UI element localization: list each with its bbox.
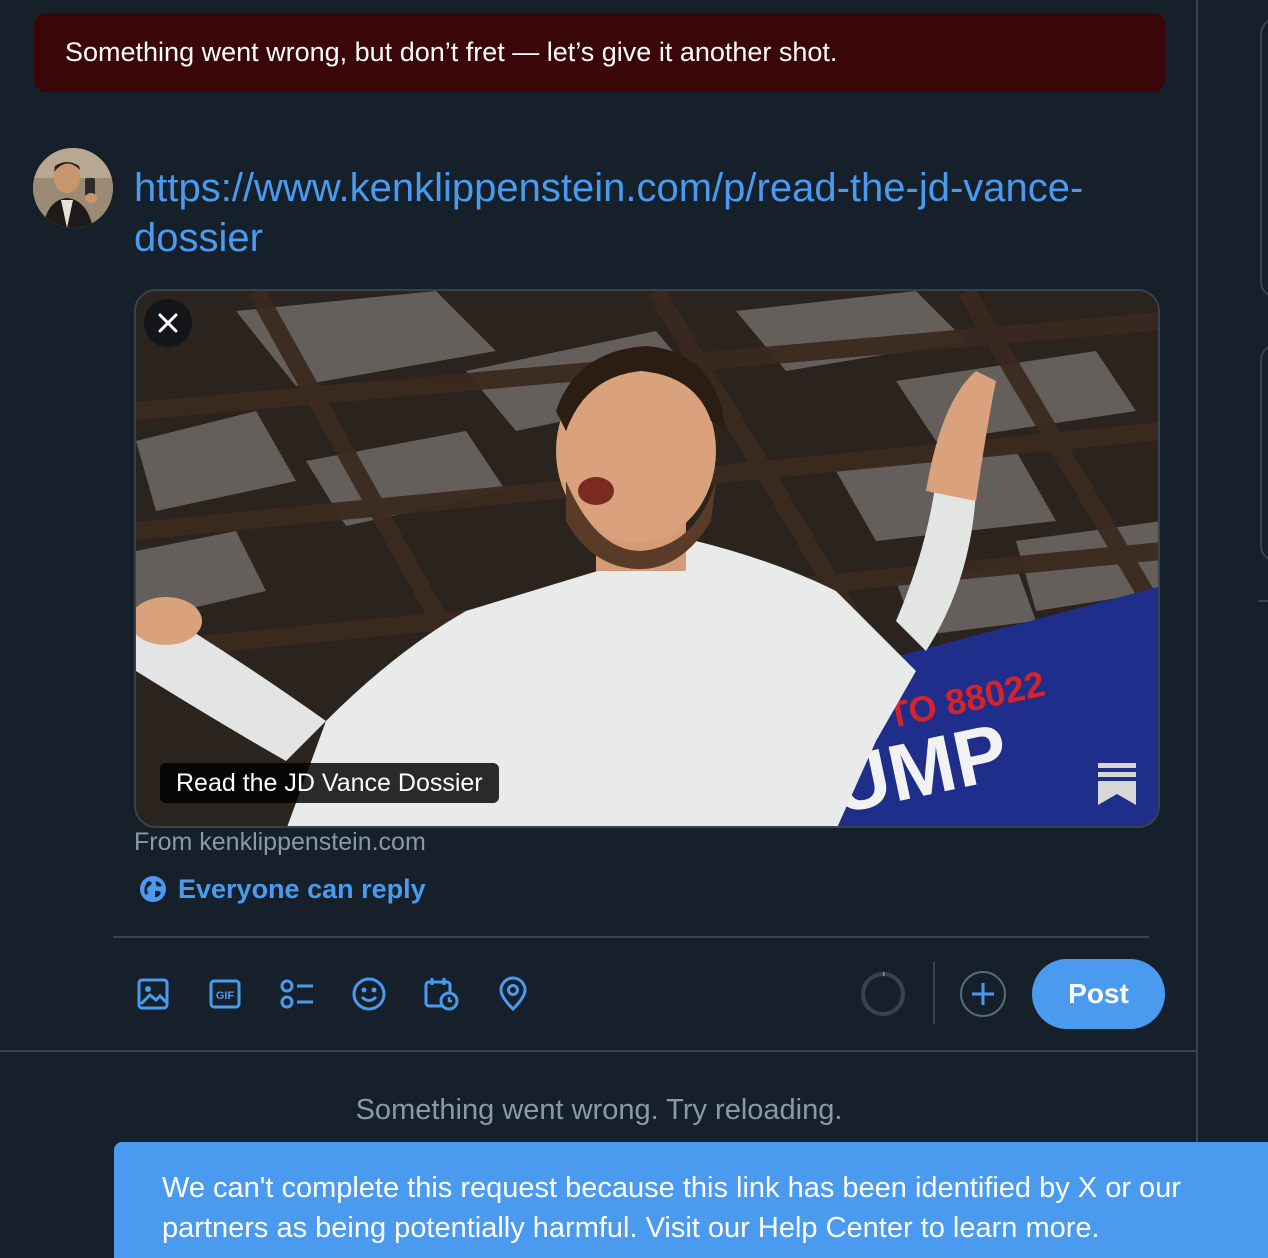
error-banner: Something went wrong, but don’t fret — l… [34,13,1165,92]
svg-text:GIF: GIF [216,990,235,1002]
post-button-label: Post [1068,978,1129,1009]
compose-text-input[interactable]: https://www.kenklippenstein.com/p/read-t… [134,163,1124,263]
main-column: Something went wrong, but don’t fret — l… [0,0,1198,1258]
image-icon [137,978,169,1010]
globe-icon [140,876,166,902]
error-banner-text: Something went wrong, but don’t fret — l… [65,37,838,67]
remove-card-button[interactable] [144,299,192,347]
add-poll-button[interactable] [272,966,322,1022]
reload-message[interactable]: Something went wrong. Try reloading. [0,1094,1198,1127]
schedule-post-button[interactable] [416,966,466,1022]
link-card-title-text: Read the JD Vance Dossier [176,768,483,797]
right-sidebar [1200,0,1268,1258]
add-post-button[interactable] [958,969,1008,1019]
link-preview-card[interactable]: TEXT PA TO 88022 TRUMP Read the JD Vance… [134,289,1160,828]
post-button[interactable]: Post [1032,959,1165,1029]
add-location-button[interactable] [488,966,538,1022]
add-media-button[interactable] [128,966,178,1022]
reply-setting-label: Everyone can reply [178,873,426,904]
substack-logo-icon [1098,763,1136,805]
sidebar-card [1260,344,1268,562]
character-count-ring [861,972,905,1016]
timeline-divider [0,1050,1198,1052]
reply-setting-button[interactable]: Everyone can reply [138,870,426,908]
toast-line-1: We can't complete this request because t… [162,1172,1181,1204]
add-gif-button[interactable]: GIF [200,966,250,1022]
close-icon [158,313,178,333]
add-emoji-button[interactable] [344,966,394,1022]
poll-icon [280,979,313,1009]
avatar[interactable] [33,148,113,228]
link-card-title: Read the JD Vance Dossier [160,763,499,803]
link-preview-image: TEXT PA TO 88022 TRUMP [136,291,1158,826]
sidebar-card [1260,18,1268,298]
location-icon [499,976,527,1012]
sidebar-divider [1258,600,1268,602]
schedule-icon [424,978,459,1011]
emoji-icon [352,977,386,1011]
toast-line-2: partners as being potentially harmful. V… [162,1212,1100,1244]
gif-icon: GIF [209,979,241,1009]
composer-divider [113,936,1149,938]
error-toast: We can't complete this request because t… [114,1142,1268,1258]
compose-link-text[interactable]: https://www.kenklippenstein.com/p/read-t… [134,166,1083,260]
link-source: From kenklippenstein.com [134,828,426,856]
toolbar-separator [933,962,935,1024]
